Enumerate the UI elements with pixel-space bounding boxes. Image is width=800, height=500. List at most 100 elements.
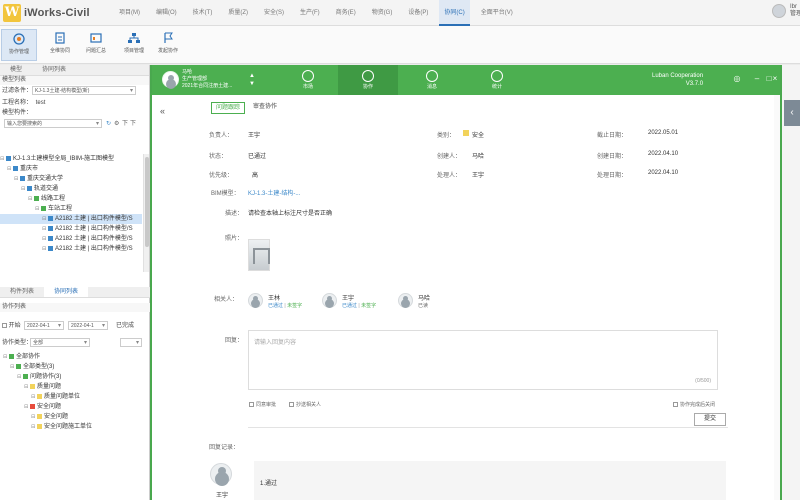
menu-item[interactable]: 全面平台(V) xyxy=(476,0,518,26)
photo-thumbnail[interactable] xyxy=(248,239,270,271)
collapse-sidebar-button[interactable]: « xyxy=(160,106,165,116)
node-type-icon xyxy=(48,245,53,251)
create-date-value: 2022.04.10 xyxy=(648,151,679,157)
down-icon[interactable]: 下 xyxy=(130,118,136,130)
tree-node[interactable]: ⊟ 安全问题 xyxy=(3,402,142,412)
menu-item[interactable]: 物资(G) xyxy=(367,0,398,26)
tree-node[interactable]: ⊟ 安全问题施工单位 xyxy=(3,422,142,432)
model-tree-scrollbar[interactable] xyxy=(143,154,149,272)
tab-collab-list[interactable]: 协同列表 xyxy=(32,65,76,75)
tree-node[interactable]: ⊟ 全部类型(3) xyxy=(3,362,142,372)
dialog-help-button[interactable]: ◎ xyxy=(732,74,742,84)
flag-icon xyxy=(164,32,173,43)
settings-icon[interactable]: ⚙ xyxy=(114,118,119,130)
tree-node-label: 重庆交通大学 xyxy=(27,176,64,182)
dialog-scrollbar[interactable] xyxy=(774,95,780,500)
collab-subtype-select[interactable] xyxy=(120,338,142,347)
model-search-input[interactable]: 输入您要搜索的 xyxy=(4,119,102,128)
menu-item[interactable]: 生产(F) xyxy=(295,0,325,26)
app-titlebar: W iWorks-Civil 项目(M) 编辑(O) 技术(T) 质量(Z) 安全(S)… xyxy=(0,0,800,26)
tree-node[interactable]: ⊟ 安全问题 xyxy=(3,412,142,422)
tree-node-label: 车站工程 xyxy=(48,206,73,212)
bim-model-link[interactable]: KJ-1.3-土建-结构-... xyxy=(248,188,300,197)
nav-messages[interactable]: 消息 xyxy=(402,65,462,95)
nav-collab[interactable]: 协作 xyxy=(338,65,398,95)
filter-select[interactable]: KJ-1.3土建-结构模型(新) xyxy=(32,86,136,95)
filter-row: 过滤条件： KJ-1.3土建-结构模型(新) xyxy=(0,85,149,97)
tab-member-list[interactable]: 构件列表 xyxy=(0,287,44,297)
tree-node[interactable]: ⊟ A2182 土建 | 出口构件模型/S xyxy=(0,224,142,234)
user-menu-chevron-icon[interactable]: ▲ xyxy=(249,73,255,79)
tree-node[interactable]: ⊟ 轨道交通 xyxy=(0,184,142,194)
tree-node[interactable]: ⊟ 重庆市 xyxy=(0,164,142,174)
side-panel-toggle-icon[interactable]: ‹ xyxy=(784,100,800,126)
menu-item[interactable]: 技术(T) xyxy=(188,0,218,26)
up-icon[interactable]: 下 xyxy=(122,118,128,130)
tree-node[interactable]: ⊟ 线路工程 xyxy=(0,194,142,204)
tab-model[interactable]: 模型 xyxy=(0,65,32,75)
node-type-icon xyxy=(48,215,53,221)
ribbon-start-collab-button[interactable]: 发起协作 xyxy=(150,29,186,61)
reply-placeholder: 请输入回复内容 xyxy=(254,340,297,346)
related-person: 王林 已通过 | 未签字 xyxy=(248,293,308,313)
node-type-icon xyxy=(48,235,53,241)
ribbon-full-collab-button[interactable]: 全维协同 xyxy=(42,29,78,61)
menu-item[interactable]: 项目(M) xyxy=(114,0,145,26)
tree-node[interactable]: ⊟ A2182 土建 | 出口构件模型/S xyxy=(0,214,142,224)
menu-item[interactable]: 安全(S) xyxy=(259,0,289,26)
menu-item[interactable]: 协同(C) xyxy=(439,0,470,26)
model-list-title: 模型列表 xyxy=(0,76,149,85)
main-menu: 项目(M) 编辑(O) 技术(T) 质量(Z) 安全(S) 生产(F) 商务(E) 物资(G)… xyxy=(114,0,524,26)
tree-node[interactable]: ⊟ A2182 土建 | 出口构件模型/S xyxy=(0,234,142,244)
document-icon xyxy=(55,32,65,44)
menu-item[interactable]: 质量(Z) xyxy=(223,0,253,26)
collab-type-select[interactable]: 全部 xyxy=(30,338,90,347)
nav-stats[interactable]: 统计 xyxy=(467,65,527,95)
ribbon-issue-summary-button[interactable]: 问题汇总 xyxy=(78,29,114,61)
dialog-user-avatar[interactable] xyxy=(162,71,179,88)
ribbon-project-manage-button[interactable]: 项目管理 xyxy=(116,29,152,61)
refresh-icon[interactable]: ↻ xyxy=(106,118,111,130)
tab-collab-list-2[interactable]: 协同列表 xyxy=(44,287,89,297)
tree-node[interactable]: ⊟ A2182 土建 | 出口构件模型/S xyxy=(0,244,142,254)
approve-checkbox[interactable]: 同意审批 xyxy=(249,401,276,408)
history-user-avatar xyxy=(210,463,232,485)
collab-tree: ⊟ 全部协作 ⊟ 全部类型(3) ⊟ 问题协作(3) ⊟ 质量问题 ⊟ 质量问题单位 ⊟ 安全问题 ⊟ 安… xyxy=(3,352,142,482)
node-type-icon xyxy=(6,155,11,161)
menu-item[interactable]: 编辑(O) xyxy=(151,0,182,26)
description-value: 请检查本轴上标注尺寸是否正确 xyxy=(248,211,333,217)
ribbon-toolbar: 协作管理 全维协同 问题汇总 项目管理 发起协作 xyxy=(0,26,800,64)
close-after-checkbox[interactable]: 协作完成后关闭 xyxy=(673,401,715,408)
submit-button[interactable]: 提交 xyxy=(694,413,726,426)
menu-item[interactable]: 商务(E) xyxy=(331,0,361,26)
related-person: 王宇 已通过 | 未签字 xyxy=(322,293,382,313)
tab-review-collab[interactable]: 审查协作 xyxy=(249,102,281,114)
menu-item[interactable]: 设备(P) xyxy=(403,0,433,26)
tree-node[interactable]: ⊟ 问题协作(3) xyxy=(3,372,142,382)
cc-checkbox[interactable]: 抄送相关人 xyxy=(289,401,321,408)
date-from-select[interactable]: 2022-04-1 xyxy=(24,321,64,330)
tree-node[interactable]: ⊟ 车站工程 xyxy=(0,204,142,214)
ribbon-collab-manage-button[interactable]: 协作管理 xyxy=(1,29,37,61)
node-type-icon xyxy=(27,185,32,191)
date-to-select[interactable]: 2022-04-1 xyxy=(68,321,108,330)
dialog-close-button[interactable]: × xyxy=(770,74,780,84)
user-name: Ibr 管理 xyxy=(790,4,800,17)
dialog-minimize-button[interactable]: – xyxy=(752,74,762,84)
user-menu-chevron-down-icon[interactable]: ▼ xyxy=(249,81,255,87)
tree-node[interactable]: ⊟ 质量问题单位 xyxy=(3,392,142,402)
tree-node-label: A2182 土建 | 出口构件模型/S xyxy=(55,226,133,232)
tree-node[interactable]: ⊟ 质量问题 xyxy=(3,382,142,392)
user-avatar[interactable] xyxy=(772,4,786,18)
type-value: 安全 xyxy=(472,133,485,139)
model-tabs: 模型 协同列表 xyxy=(0,65,149,76)
node-type-icon xyxy=(37,423,42,429)
tree-node[interactable]: ⊟ 全部协作 xyxy=(3,352,142,362)
tab-issue-track[interactable]: 问题跟踪 xyxy=(211,102,246,114)
date-checkbox[interactable] xyxy=(2,322,7,328)
tree-node[interactable]: ⊟ KJ-1.3土建模型全局_IBIM-施工图模型 xyxy=(0,154,142,164)
nav-market[interactable]: 市场 xyxy=(278,65,338,95)
reply-textarea[interactable]: 请输入回复内容 (0/500) xyxy=(248,330,718,390)
tree-node-label: A2182 土建 | 出口构件模型/S xyxy=(55,246,133,252)
tree-node[interactable]: ⊟ 重庆交通大学 xyxy=(0,174,142,184)
